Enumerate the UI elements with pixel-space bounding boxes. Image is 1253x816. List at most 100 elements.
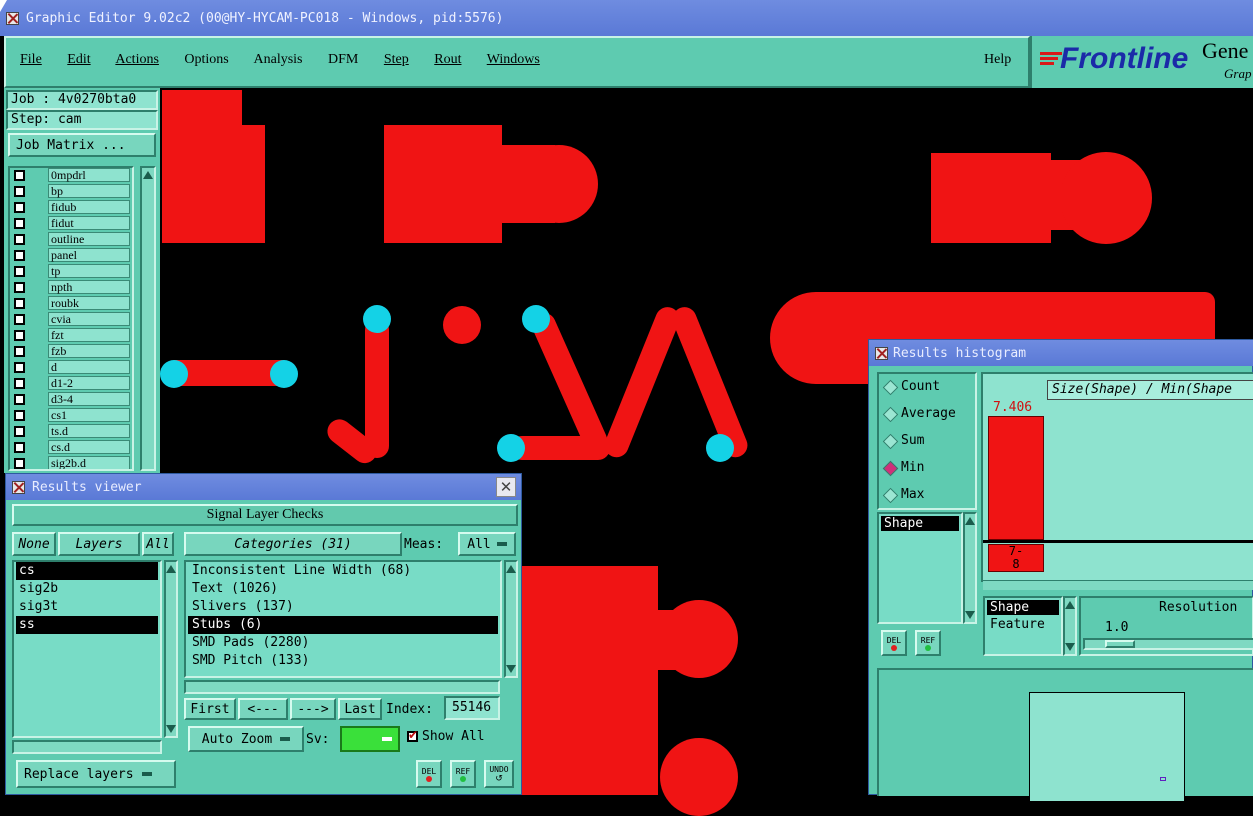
layer-checkbox[interactable] [14, 218, 25, 229]
layer-row[interactable]: panel [10, 248, 132, 264]
layer-row[interactable]: bp [10, 184, 132, 200]
layer-row[interactable]: cvia [10, 312, 132, 328]
layer-name[interactable]: d3-4 [48, 392, 130, 406]
layer-row[interactable]: cs1 [10, 408, 132, 424]
layer-name[interactable]: roubk [48, 296, 130, 310]
layer-checkbox[interactable] [14, 298, 25, 309]
layer-checkbox[interactable] [14, 458, 25, 469]
layers-button[interactable]: Layers [58, 532, 140, 556]
window-menu-icon[interactable] [875, 347, 888, 360]
categories-button[interactable]: Categories (31) [184, 532, 402, 556]
layer-name[interactable]: fidub [48, 200, 130, 214]
menu-dfm[interactable]: DFM [328, 52, 358, 67]
layer-row[interactable]: tp [10, 264, 132, 280]
mode-radio[interactable]: Average [879, 401, 975, 428]
layer-list-scrollbar[interactable] [140, 166, 156, 471]
menu-rout[interactable]: Rout [434, 52, 461, 67]
undo-button[interactable]: UNDO ↺ [484, 760, 514, 788]
mode-radio[interactable]: Min [879, 455, 975, 482]
first-button[interactable]: First [184, 698, 236, 720]
scroll-up-icon[interactable] [506, 565, 516, 573]
layer-checkbox[interactable] [14, 378, 25, 389]
radio-diamond-icon[interactable] [882, 406, 899, 423]
scroll-down-icon[interactable] [506, 665, 516, 673]
histogram-bar[interactable] [988, 416, 1044, 540]
layer-name[interactable]: npth [48, 280, 130, 294]
layer-name[interactable]: d [48, 360, 130, 374]
layer-checkbox[interactable] [14, 186, 25, 197]
group-list-scrollbar[interactable] [1063, 596, 1077, 656]
show-all-checkbox[interactable]: ✔ [407, 728, 418, 742]
layer-row[interactable]: d [10, 360, 132, 376]
auto-zoom-select[interactable]: Auto Zoom [188, 726, 304, 752]
layer-checkbox[interactable] [14, 346, 25, 357]
category-item[interactable]: Stubs (6) [188, 616, 498, 634]
mode-radio[interactable]: Count [879, 374, 975, 401]
scroll-down-icon[interactable] [965, 611, 975, 619]
layer-checkbox[interactable] [14, 330, 25, 341]
menu-step[interactable]: Step [384, 52, 409, 67]
layer-name[interactable]: 0mpdrl [48, 168, 130, 182]
layer-name[interactable]: tp [48, 264, 130, 278]
layer-name[interactable]: bp [48, 184, 130, 198]
hist-del-button[interactable]: DEL [881, 630, 907, 656]
results-layer-scrollbar[interactable] [164, 560, 178, 738]
layer-name[interactable]: ts.d [48, 424, 130, 438]
menu-actions[interactable]: Actions [115, 52, 159, 67]
result-layer-item[interactable]: sig3t [16, 598, 158, 616]
layer-checkbox[interactable] [14, 362, 25, 373]
radio-diamond-icon[interactable] [882, 460, 899, 477]
scroll-up-icon[interactable] [1065, 601, 1075, 609]
menu-windows[interactable]: Windows [487, 52, 540, 67]
window-menu-icon[interactable] [12, 481, 25, 494]
layer-row[interactable]: sig2b.d [10, 456, 132, 469]
layer-name[interactable]: fzt [48, 328, 130, 342]
next-button[interactable]: ---> [290, 698, 336, 720]
layer-row[interactable]: d1-2 [10, 376, 132, 392]
chart-hscrollbar[interactable] [983, 580, 1253, 590]
layer-name[interactable]: cs1 [48, 408, 130, 422]
layer-name[interactable]: cvia [48, 312, 130, 326]
categories-hscrollbar[interactable] [184, 680, 500, 694]
index-input[interactable]: 55146 [444, 696, 500, 720]
layer-name[interactable]: sig2b.d [48, 456, 130, 469]
mode-radio[interactable]: Sum [879, 428, 975, 455]
layer-name[interactable]: fzb [48, 344, 130, 358]
window-menu-icon[interactable] [6, 12, 19, 25]
layer-row[interactable]: d3-4 [10, 392, 132, 408]
layer-name[interactable]: outline [48, 232, 130, 246]
meas-select[interactable]: All [458, 532, 516, 556]
scroll-down-icon[interactable] [166, 725, 176, 733]
none-button[interactable]: None [12, 532, 56, 556]
layer-checkbox[interactable] [14, 314, 25, 325]
layer-name[interactable]: cs.d [48, 440, 130, 454]
result-layer-item[interactable]: sig2b [16, 580, 158, 598]
layer-name[interactable]: fidut [48, 216, 130, 230]
histogram-list-item[interactable]: Shape [881, 516, 959, 531]
ref-button[interactable]: REF [450, 760, 476, 788]
scroll-down-icon[interactable] [1065, 643, 1075, 651]
last-button[interactable]: Last [338, 698, 382, 720]
all-layers-button[interactable]: All [142, 532, 174, 556]
category-item[interactable]: Slivers (137) [188, 598, 498, 616]
layer-checkbox[interactable] [14, 442, 25, 453]
sv-color-select[interactable] [340, 726, 400, 752]
radio-diamond-icon[interactable] [882, 487, 899, 504]
del-button[interactable]: DEL [416, 760, 442, 788]
layer-checkbox[interactable] [14, 394, 25, 405]
radio-diamond-icon[interactable] [882, 379, 899, 396]
histogram-titlebar[interactable]: Results histogram [869, 340, 1253, 366]
layer-row[interactable]: fidub [10, 200, 132, 216]
histogram-list-scrollbar[interactable] [963, 512, 977, 624]
results-layer-hscrollbar[interactable] [12, 740, 162, 754]
radio-diamond-icon[interactable] [882, 433, 899, 450]
hist-ref-button[interactable]: REF [915, 630, 941, 656]
group-item-feature[interactable]: Feature [985, 617, 1061, 632]
mode-radio[interactable]: Max [879, 482, 975, 509]
layer-row[interactable]: roubk [10, 296, 132, 312]
category-item[interactable]: SMD Pads (2280) [188, 634, 498, 652]
replace-layers-button[interactable]: Replace layers [16, 760, 176, 788]
menu-analysis[interactable]: Analysis [254, 52, 303, 67]
close-icon[interactable]: ✕ [496, 477, 516, 497]
resolution-slider-thumb[interactable] [1105, 640, 1135, 648]
